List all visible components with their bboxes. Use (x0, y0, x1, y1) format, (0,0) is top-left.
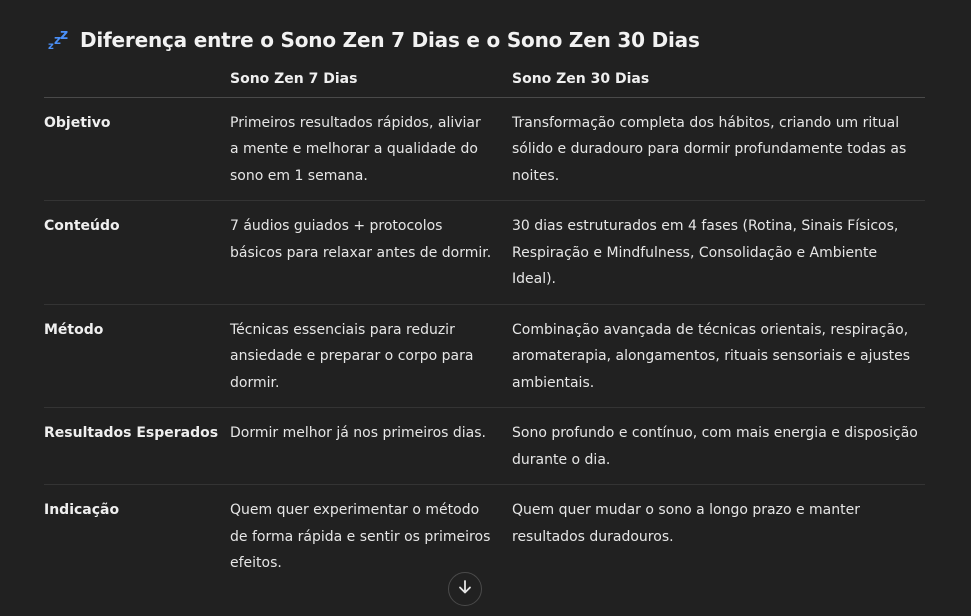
row-label: Conteúdo (44, 200, 230, 305)
scroll-to-bottom-button[interactable] (448, 572, 482, 606)
row-label: Objetivo (44, 97, 230, 201)
cell-zen30: Transformação completa dos hábitos, cria… (512, 97, 925, 201)
table-row: Resultados Esperados Dormir melhor já no… (44, 407, 925, 485)
zzz-sleep-icon: z z z (46, 27, 70, 52)
cell-zen30: Combinação avançada de técnicas orientai… (512, 304, 925, 408)
chat-message: z z z Diferença entre o Sono Zen 7 Dias … (0, 0, 971, 616)
arrow-down-icon (456, 578, 474, 600)
table-header-row: Sono Zen 7 Dias Sono Zen 30 Dias (44, 63, 925, 98)
row-label: Método (44, 304, 230, 408)
cell-zen30: 30 dias estruturados em 4 fases (Rotina,… (512, 200, 925, 305)
cell-text: 30 dias estruturados em 4 fases (Rotina,… (512, 218, 899, 287)
cell-text: Técnicas essenciais para reduzir ansieda… (230, 321, 474, 391)
table-row: Indicação Quem quer experimentar o métod… (44, 485, 925, 588)
cell-text: Transformação completa dos hábitos, cria… (512, 114, 907, 184)
column-header-empty (44, 63, 230, 98)
cell-zen7: Primeiros resultados rápidos, aliviar a … (230, 97, 512, 201)
section-title: Diferença entre o Sono Zen 7 Dias e o So… (80, 28, 700, 52)
cell-text: Sono profundo e contínuo, com mais energ… (512, 425, 918, 468)
cell-text: 7 áudios guiados + protocolos básicos pa… (230, 218, 492, 261)
cell-zen7: Técnicas essenciais para reduzir ansieda… (230, 304, 512, 408)
cell-zen7: 7 áudios guiados + protocolos básicos pa… (230, 200, 512, 305)
section-heading: z z z Diferença entre o Sono Zen 7 Dias … (46, 27, 700, 52)
column-header-zen30: Sono Zen 30 Dias (512, 63, 925, 98)
table-row: Conteúdo 7 áudios guiados + protocolos b… (44, 200, 925, 305)
cell-text: Primeiros resultados rápidos, aliviar a … (230, 114, 481, 184)
cell-zen30: Quem quer mudar o sono a longo prazo e m… (512, 485, 925, 588)
column-header-zen7: Sono Zen 7 Dias (230, 63, 512, 98)
svg-text:z: z (60, 28, 68, 43)
comparison-table: Sono Zen 7 Dias Sono Zen 30 Dias Objetiv… (44, 63, 925, 588)
cell-text: Dormir melhor já nos primeiros dias. (230, 425, 487, 441)
cell-zen7: Dormir melhor já nos primeiros dias. (230, 407, 512, 485)
cell-text: Quem quer mudar o sono a longo prazo e m… (512, 502, 860, 545)
cell-text: Combinação avançada de técnicas orientai… (512, 321, 911, 391)
row-label: Resultados Esperados (44, 407, 230, 485)
row-label: Indicação (44, 502, 120, 518)
cell-text: Quem quer experimentar o método de forma… (230, 502, 491, 571)
table-row: Método Técnicas essenciais para reduzir … (44, 304, 925, 408)
cell-zen30: Sono profundo e contínuo, com mais energ… (512, 407, 925, 485)
table-row: Objetivo Primeiros resultados rápidos, a… (44, 97, 925, 201)
